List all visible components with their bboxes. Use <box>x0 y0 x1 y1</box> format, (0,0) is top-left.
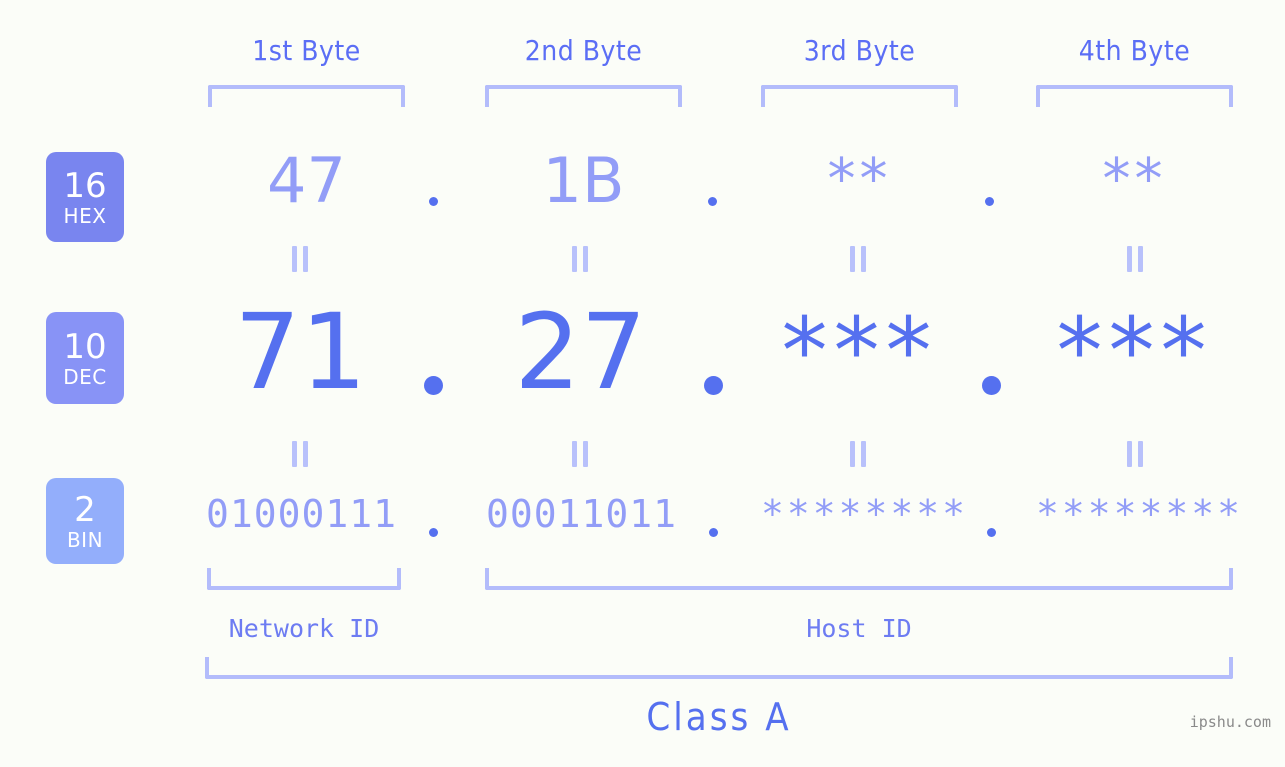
hex-byte-4: ** <box>1102 147 1167 212</box>
equals-mark-hex-dec-3 <box>850 246 868 272</box>
base-badge-hex: 16 HEX <box>46 152 124 242</box>
equals-mark-dec-bin-3 <box>850 441 868 467</box>
host-id-bracket <box>485 568 1233 590</box>
hex-separator-1 <box>429 197 438 206</box>
base-badge-hex-number: 16 <box>63 165 107 206</box>
dec-byte-3: *** <box>781 298 938 405</box>
dec-separator-1 <box>424 376 443 395</box>
dec-separator-3 <box>982 376 1001 395</box>
ip-address-breakdown-diagram: 1st Byte 2nd Byte 3rd Byte 4th Byte 16 H… <box>0 0 1285 767</box>
base-badge-dec: 10 DEC <box>46 312 124 404</box>
byte-header-2: 2nd Byte <box>524 34 643 67</box>
equals-mark-hex-dec-1 <box>292 246 310 272</box>
bin-separator-1 <box>429 528 438 537</box>
bin-separator-2 <box>709 528 718 537</box>
hex-byte-1: 47 <box>267 144 346 217</box>
class-bracket <box>205 657 1233 679</box>
byte-bracket-1 <box>208 85 405 107</box>
equals-mark-hex-dec-4 <box>1127 246 1145 272</box>
hex-separator-3 <box>985 197 994 206</box>
equals-mark-dec-bin-4 <box>1127 441 1145 467</box>
hex-separator-2 <box>708 197 717 206</box>
base-badge-bin-label: BIN <box>66 527 104 552</box>
byte-bracket-3 <box>761 85 958 107</box>
bin-byte-3: ******** <box>761 492 969 536</box>
bin-byte-4: ******** <box>1036 492 1244 536</box>
class-label: Class A <box>646 695 792 739</box>
dec-byte-2: 27 <box>514 291 647 413</box>
hex-byte-3: ** <box>827 147 892 212</box>
base-badge-dec-label: DEC <box>63 364 107 389</box>
byte-bracket-2 <box>485 85 682 107</box>
dec-separator-2 <box>704 376 723 395</box>
equals-mark-dec-bin-2 <box>572 441 590 467</box>
byte-bracket-4 <box>1036 85 1233 107</box>
site-watermark: ipshu.com <box>1189 713 1271 731</box>
dec-byte-1: 71 <box>234 291 367 413</box>
byte-header-1: 1st Byte <box>252 34 361 67</box>
equals-mark-hex-dec-2 <box>572 246 590 272</box>
network-id-bracket <box>207 568 401 590</box>
base-badge-dec-number: 10 <box>63 326 107 367</box>
hex-byte-2: 1B <box>542 144 625 217</box>
equals-mark-dec-bin-1 <box>292 441 310 467</box>
bin-byte-1: 01000111 <box>205 492 398 536</box>
byte-header-3: 3rd Byte <box>803 34 916 67</box>
byte-header-4: 4th Byte <box>1078 34 1191 67</box>
base-badge-bin: 2 BIN <box>46 478 124 564</box>
dec-byte-4: *** <box>1056 298 1213 405</box>
base-badge-bin-number: 2 <box>74 489 96 530</box>
network-id-label: Network ID <box>228 614 380 643</box>
base-badge-hex-label: HEX <box>63 203 107 228</box>
host-id-label: Host ID <box>806 614 912 643</box>
bin-separator-3 <box>987 528 996 537</box>
bin-byte-2: 00011011 <box>485 492 678 536</box>
